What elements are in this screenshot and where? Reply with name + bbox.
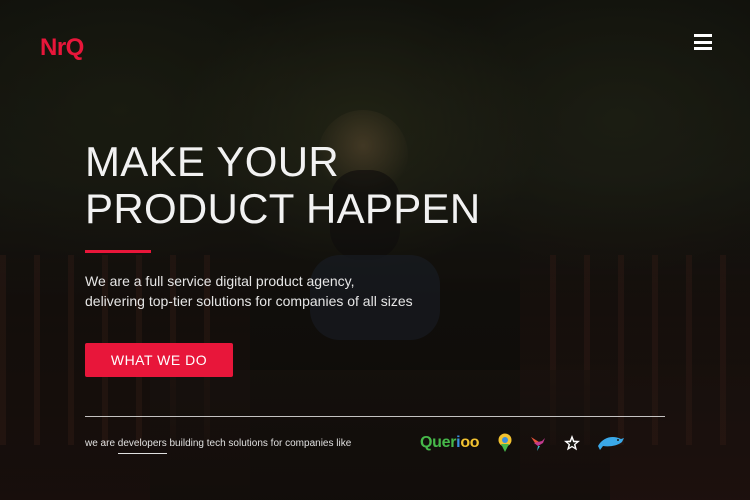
hero-headline: MAKE YOUR PRODUCT HAPPEN: [85, 138, 645, 232]
map-pin-bubble-icon[interactable]: [497, 433, 513, 453]
hummingbird-icon[interactable]: [529, 434, 547, 452]
what-we-do-button[interactable]: WHAT WE DO: [85, 343, 233, 377]
menu-bar-middle: [694, 40, 712, 44]
star-icon[interactable]: [563, 434, 581, 452]
headline-line-2: PRODUCT HAPPEN: [85, 185, 481, 232]
subtitle-line-2: delivering top-tier solutions for compan…: [85, 293, 413, 309]
accent-divider: [85, 250, 151, 253]
menu-bar-top: [694, 34, 712, 37]
headline-line-1: MAKE YOUR: [85, 138, 339, 185]
tagline-suffix: building tech solutions for companies li…: [166, 438, 352, 449]
developers-link[interactable]: developers: [117, 438, 167, 454]
dolphin-icon[interactable]: [597, 434, 625, 452]
hamburger-menu-icon[interactable]: [694, 34, 712, 50]
hero-subtitle: We are a full service digital product ag…: [85, 271, 485, 311]
subtitle-line-1: We are a full service digital product ag…: [85, 273, 355, 289]
querioo-logo[interactable]: Querioo: [420, 434, 480, 452]
menu-bar-bottom: [694, 47, 712, 50]
querioo-letter-q: Q: [420, 434, 433, 451]
querioo-letters-uer: uer: [432, 434, 457, 451]
querioo-letters-oo: oo: [460, 434, 480, 451]
tagline-prefix: we are: [85, 438, 118, 449]
site-logo[interactable]: NrQ: [40, 34, 84, 62]
clients-tagline: we are developers building tech solution…: [85, 438, 352, 454]
client-logos: Querioo: [420, 430, 641, 456]
footer-divider: [85, 416, 665, 417]
